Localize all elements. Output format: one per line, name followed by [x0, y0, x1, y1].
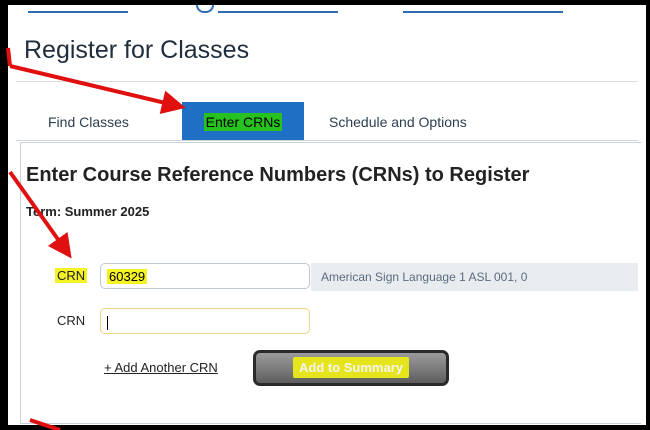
text-caret	[107, 315, 108, 330]
top-nav-partial-glyph	[196, 5, 214, 13]
tab-find-classes[interactable]: Find Classes	[48, 102, 129, 140]
tab-enter-crns-label: Enter CRNs	[203, 113, 283, 131]
panel-heading: Enter Course Reference Numbers (CRNs) to…	[26, 164, 530, 186]
title-divider	[16, 81, 638, 82]
course-info: American Sign Language 1 ASL 001, 0	[311, 263, 638, 291]
crn-input-value: 60329	[107, 269, 148, 284]
top-nav-segment	[403, 5, 563, 13]
crn-input[interactable]	[100, 308, 310, 334]
page-title: Register for Classes	[24, 36, 250, 64]
top-nav-strip	[8, 5, 646, 19]
crn-label: CRN	[55, 268, 88, 283]
top-nav-segment	[28, 5, 128, 13]
term-label: Term: Summer 2025	[26, 204, 150, 219]
tab-schedule-and-options[interactable]: Schedule and Options	[329, 102, 467, 140]
crn-label: CRN	[57, 313, 86, 328]
tab-bar: Find Classes Enter CRNs Schedule and Opt…	[16, 102, 638, 141]
add-another-crn-link[interactable]: + Add Another CRN	[104, 360, 218, 375]
add-to-summary-button[interactable]: Add to Summary	[253, 350, 449, 386]
crn-input[interactable]: 60329	[100, 263, 310, 289]
add-to-summary-label: Add to Summary	[292, 357, 409, 378]
tab-enter-crns[interactable]: Enter CRNs	[182, 102, 304, 140]
top-nav-segment	[218, 5, 338, 13]
